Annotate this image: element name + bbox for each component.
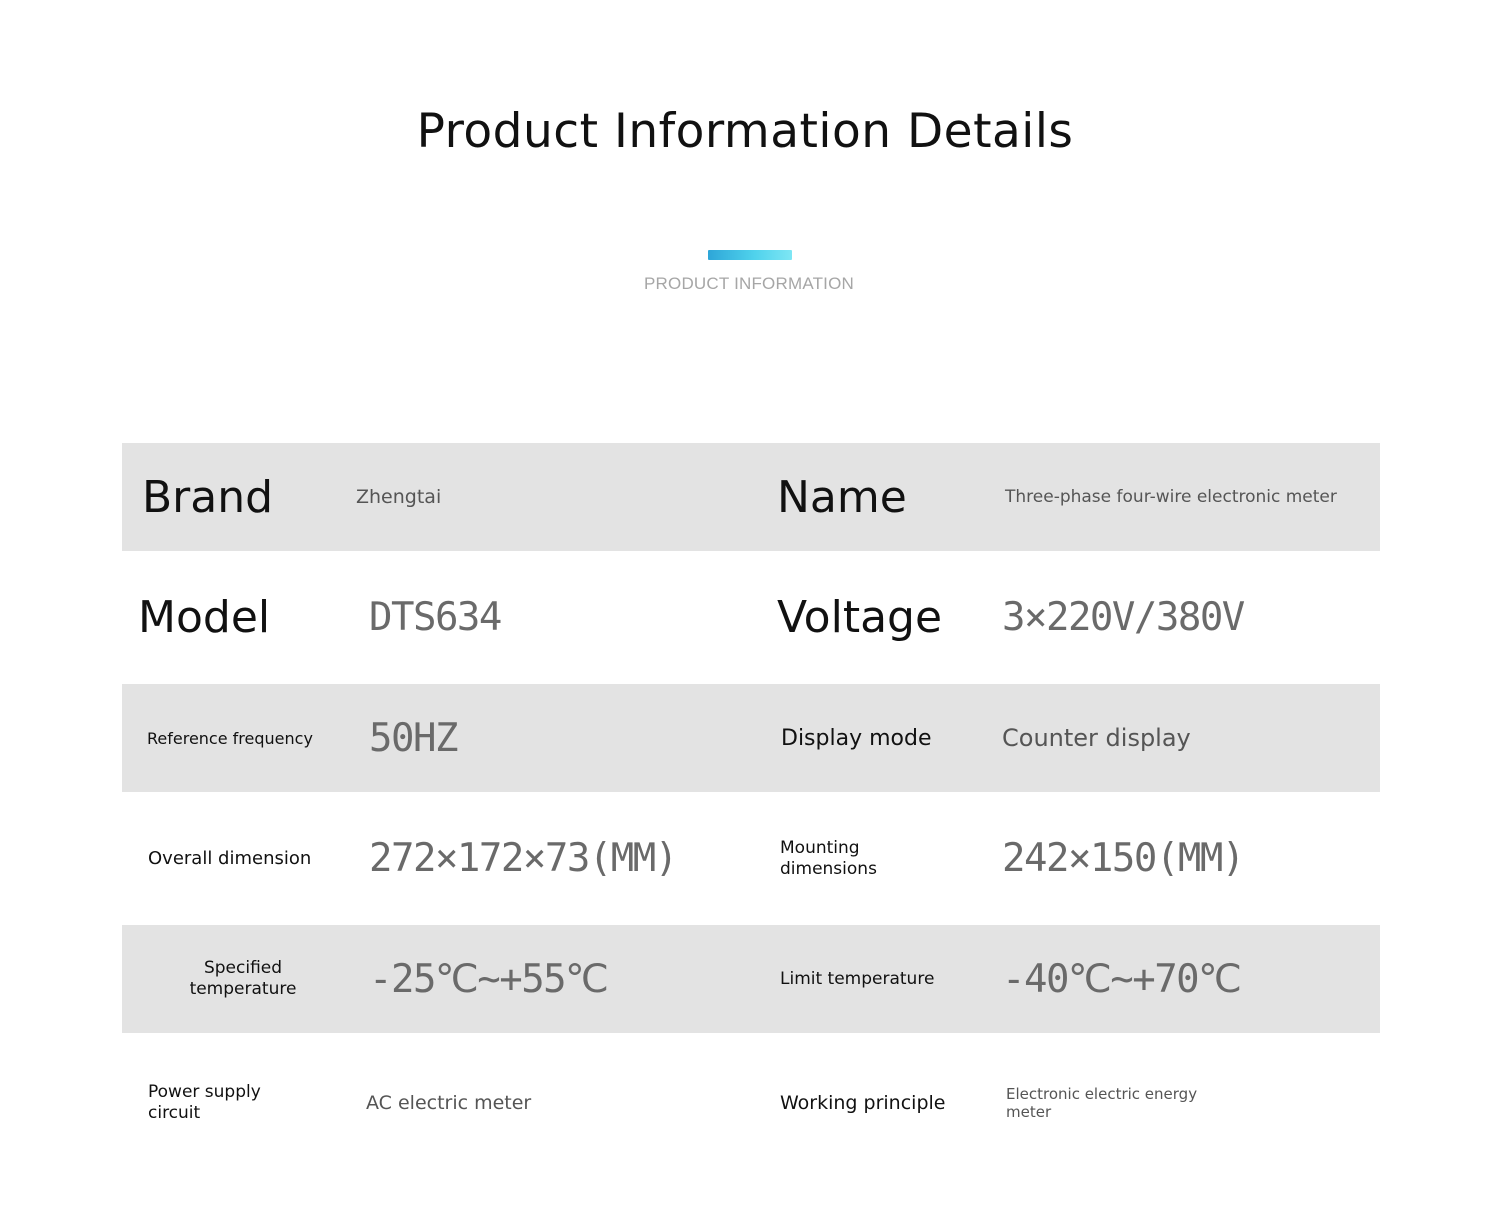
page-subtitle: PRODUCT INFORMATION [644, 274, 854, 293]
spec-label-name: Name [777, 471, 907, 523]
spec-label-working-principle: Working principle [780, 1091, 946, 1114]
spec-value-power-supply-circuit: AC electric meter [366, 1092, 532, 1114]
spec-value-brand: Zhengtai [356, 486, 442, 508]
spec-value-working-principle: Electronic electric energy meter [1006, 1085, 1198, 1121]
spec-label-brand: Brand [142, 471, 274, 523]
spec-label-frequency: Reference frequency [147, 728, 313, 748]
spec-row-frequency: Reference frequency 50HZ Display mode Co… [122, 684, 1380, 792]
spec-label-power-supply-circuit: Power supply circuit [148, 1082, 261, 1123]
spec-value-mounting-dimensions: 242×150(MM) [1002, 836, 1245, 881]
spec-value-specified-temperature: -25℃~+55℃ [369, 956, 609, 1002]
spec-row-brand: Brand Zhengtai Name Three-phase four-wir… [122, 443, 1380, 551]
spec-row-temperature: Specified temperature -25℃~+55℃ Limit te… [122, 925, 1380, 1033]
spec-label-specified-temperature: Specified temperature [189, 958, 297, 999]
spec-value-name: Three-phase four-wire electronic meter [1005, 487, 1337, 507]
spec-value-overall-dimension: 272×172×73(MM) [369, 836, 678, 881]
page-title: Product Information Details [416, 104, 1074, 159]
spec-label-mounting-dimensions: Mounting dimensions [780, 837, 877, 879]
spec-label-model: Model [138, 592, 271, 643]
spec-value-model: DTS634 [369, 595, 502, 640]
spec-value-limit-temperature: -40℃~+70℃ [1002, 956, 1242, 1002]
spec-label-voltage: Voltage [777, 592, 943, 643]
spec-label-overall-dimension: Overall dimension [148, 848, 312, 869]
spec-row-model: Model DTS634 Voltage 3×220V/380V [122, 551, 1380, 684]
spec-value-display-mode: Counter display [1002, 724, 1191, 752]
spec-row-dimensions: Overall dimension 272×172×73(MM) Mountin… [122, 792, 1380, 925]
spec-row-power-supply: Power supply circuit AC electric meter W… [122, 1033, 1380, 1173]
accent-bar [708, 250, 792, 260]
spec-value-voltage: 3×220V/380V [1002, 595, 1245, 640]
spec-label-display-mode: Display mode [781, 725, 932, 751]
spec-label-limit-temperature: Limit temperature [780, 968, 935, 989]
spec-value-frequency: 50HZ [369, 715, 458, 761]
